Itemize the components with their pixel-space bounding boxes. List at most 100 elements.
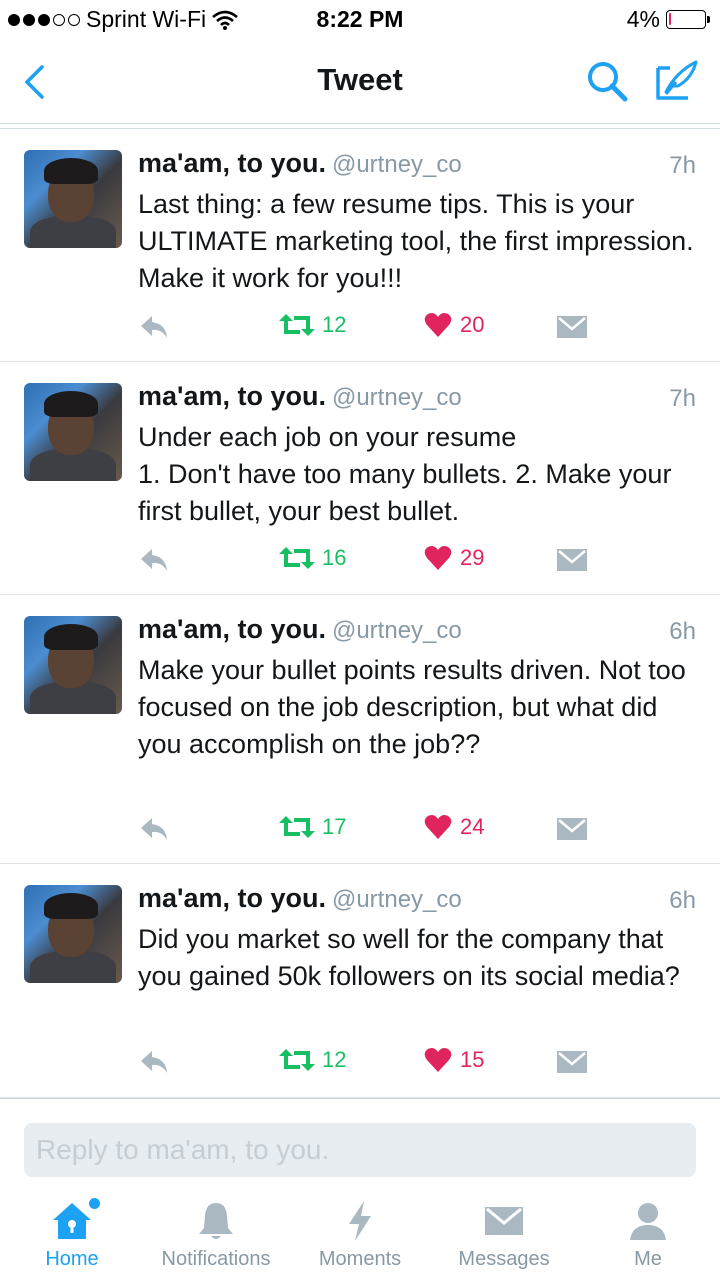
notification-dot	[89, 1198, 100, 1209]
author-name[interactable]: ma'am, to you.	[138, 614, 326, 644]
tab-home[interactable]: Home	[0, 1190, 144, 1280]
status-right: 4%	[626, 6, 710, 33]
tweet-card[interactable]: ma'am, to you. @urtney_co 7h Under each j…	[0, 363, 720, 595]
compose-icon	[656, 60, 698, 100]
reply-button[interactable]	[138, 814, 170, 844]
retweet-button[interactable]: 12	[278, 312, 346, 338]
bell-icon	[192, 1198, 240, 1244]
author-name[interactable]: ma'am, to you.	[138, 883, 326, 913]
direct-message-button[interactable]	[556, 816, 588, 842]
tweet-card[interactable]: ma'am, to you. @urtney_co 6h Make your bu…	[0, 596, 720, 864]
tweet-time: 7h	[669, 152, 696, 179]
tab-label: Home	[45, 1248, 99, 1270]
like-count: 15	[460, 1047, 485, 1072]
retweet-count: 12	[322, 1047, 347, 1072]
lightning-icon	[336, 1198, 384, 1244]
reply-icon	[141, 818, 167, 840]
direct-message-button[interactable]	[556, 314, 588, 340]
reply-icon	[141, 316, 167, 338]
retweet-icon	[279, 816, 315, 838]
direct-message-button[interactable]	[556, 547, 588, 573]
search-icon	[588, 62, 628, 102]
reply-button[interactable]	[138, 312, 170, 342]
tab-moments[interactable]: Moments	[288, 1190, 432, 1280]
battery-percent: 4%	[626, 6, 660, 32]
avatar[interactable]	[24, 616, 122, 714]
envelope-icon	[557, 316, 587, 338]
compose-button[interactable]	[652, 58, 702, 104]
tweet-text: Make your bullet points results driven. …	[138, 655, 686, 759]
tweet-header: ma'am, to you. @urtney_co	[138, 148, 462, 179]
avatar[interactable]	[24, 383, 122, 481]
person-icon	[624, 1198, 672, 1244]
avatar-hair	[44, 624, 98, 650]
author-name[interactable]: ma'am, to you.	[138, 381, 326, 411]
battery-icon	[666, 10, 710, 29]
reply-icon	[141, 549, 167, 571]
like-button[interactable]: 24	[424, 814, 484, 840]
heart-icon	[424, 313, 452, 337]
retweet-icon	[279, 314, 315, 336]
envelope-icon	[557, 549, 587, 571]
author-handle[interactable]: @urtney_co	[332, 617, 462, 644]
retweet-icon	[279, 1049, 315, 1071]
tab-me[interactable]: Me	[576, 1190, 720, 1280]
tweet-time: 6h	[669, 887, 696, 914]
tweet-actions: 16 29	[0, 541, 720, 581]
retweet-button[interactable]: 12	[278, 1047, 346, 1073]
author-handle[interactable]: @urtney_co	[332, 384, 462, 411]
heart-icon	[424, 1048, 452, 1072]
reply-icon	[141, 1051, 167, 1073]
reply-button[interactable]	[138, 1047, 170, 1077]
author-handle[interactable]: @urtney_co	[332, 151, 462, 178]
tab-label: Messages	[458, 1248, 550, 1270]
tweet-text: Last thing: a few resume tips. This is y…	[138, 189, 694, 293]
tab-messages[interactable]: Messages	[432, 1190, 576, 1280]
home-icon	[48, 1198, 100, 1244]
like-button[interactable]: 15	[424, 1047, 484, 1073]
tweet-header: ma'am, to you. @urtney_co	[138, 614, 462, 645]
retweet-button[interactable]: 16	[278, 545, 346, 571]
tweet-card[interactable]: ma'am, to you. @urtney_co 7h Last thing: …	[0, 130, 720, 362]
divider	[0, 128, 720, 129]
tab-notifications[interactable]: Notifications	[144, 1190, 288, 1280]
tab-label: Me	[634, 1248, 662, 1270]
tweet-text: Under each job on your resume 1. Don't h…	[138, 422, 672, 526]
envelope-icon	[557, 1051, 587, 1073]
retweet-count: 17	[322, 814, 347, 839]
envelope-icon	[480, 1198, 528, 1244]
tweet-card[interactable]: ma'am, to you. @urtney_co 6h Did you mark…	[0, 865, 720, 1098]
retweet-button[interactable]: 17	[278, 814, 346, 840]
tweet-header: ma'am, to you. @urtney_co	[138, 883, 462, 914]
reply-bar	[0, 1098, 720, 1190]
avatar-hair	[44, 893, 98, 919]
tab-bar: Home Notifications Moments Messages Me	[0, 1190, 720, 1280]
author-name[interactable]: ma'am, to you.	[138, 148, 326, 178]
avatar[interactable]	[24, 885, 122, 983]
envelope-icon	[557, 818, 587, 840]
reply-button[interactable]	[138, 545, 170, 575]
avatar-hair	[44, 158, 98, 184]
tweet-time: 6h	[669, 618, 696, 645]
status-bar: Sprint Wi-Fi 8:22 PM 4%	[0, 0, 720, 40]
like-button[interactable]: 29	[424, 545, 484, 571]
like-count: 24	[460, 814, 485, 839]
like-button[interactable]: 20	[424, 312, 484, 338]
nav-bar: Tweet	[0, 40, 720, 124]
battery-fill	[669, 13, 671, 25]
retweet-count: 16	[322, 545, 347, 570]
like-count: 29	[460, 545, 485, 570]
direct-message-button[interactable]	[556, 1049, 588, 1075]
retweet-count: 12	[322, 312, 347, 337]
reply-input[interactable]	[24, 1123, 696, 1177]
heart-icon	[424, 546, 452, 570]
search-button[interactable]	[584, 58, 630, 104]
tweet-text: Did you market so well for the company t…	[138, 924, 680, 991]
tweet-actions: 12 20	[0, 308, 720, 348]
author-handle[interactable]: @urtney_co	[332, 886, 462, 913]
like-count: 20	[460, 312, 485, 337]
avatar[interactable]	[24, 150, 122, 248]
status-time: 8:22 PM	[316, 6, 404, 32]
tweet-actions: 12 15	[0, 1043, 720, 1083]
tweet-time: 7h	[669, 385, 696, 412]
